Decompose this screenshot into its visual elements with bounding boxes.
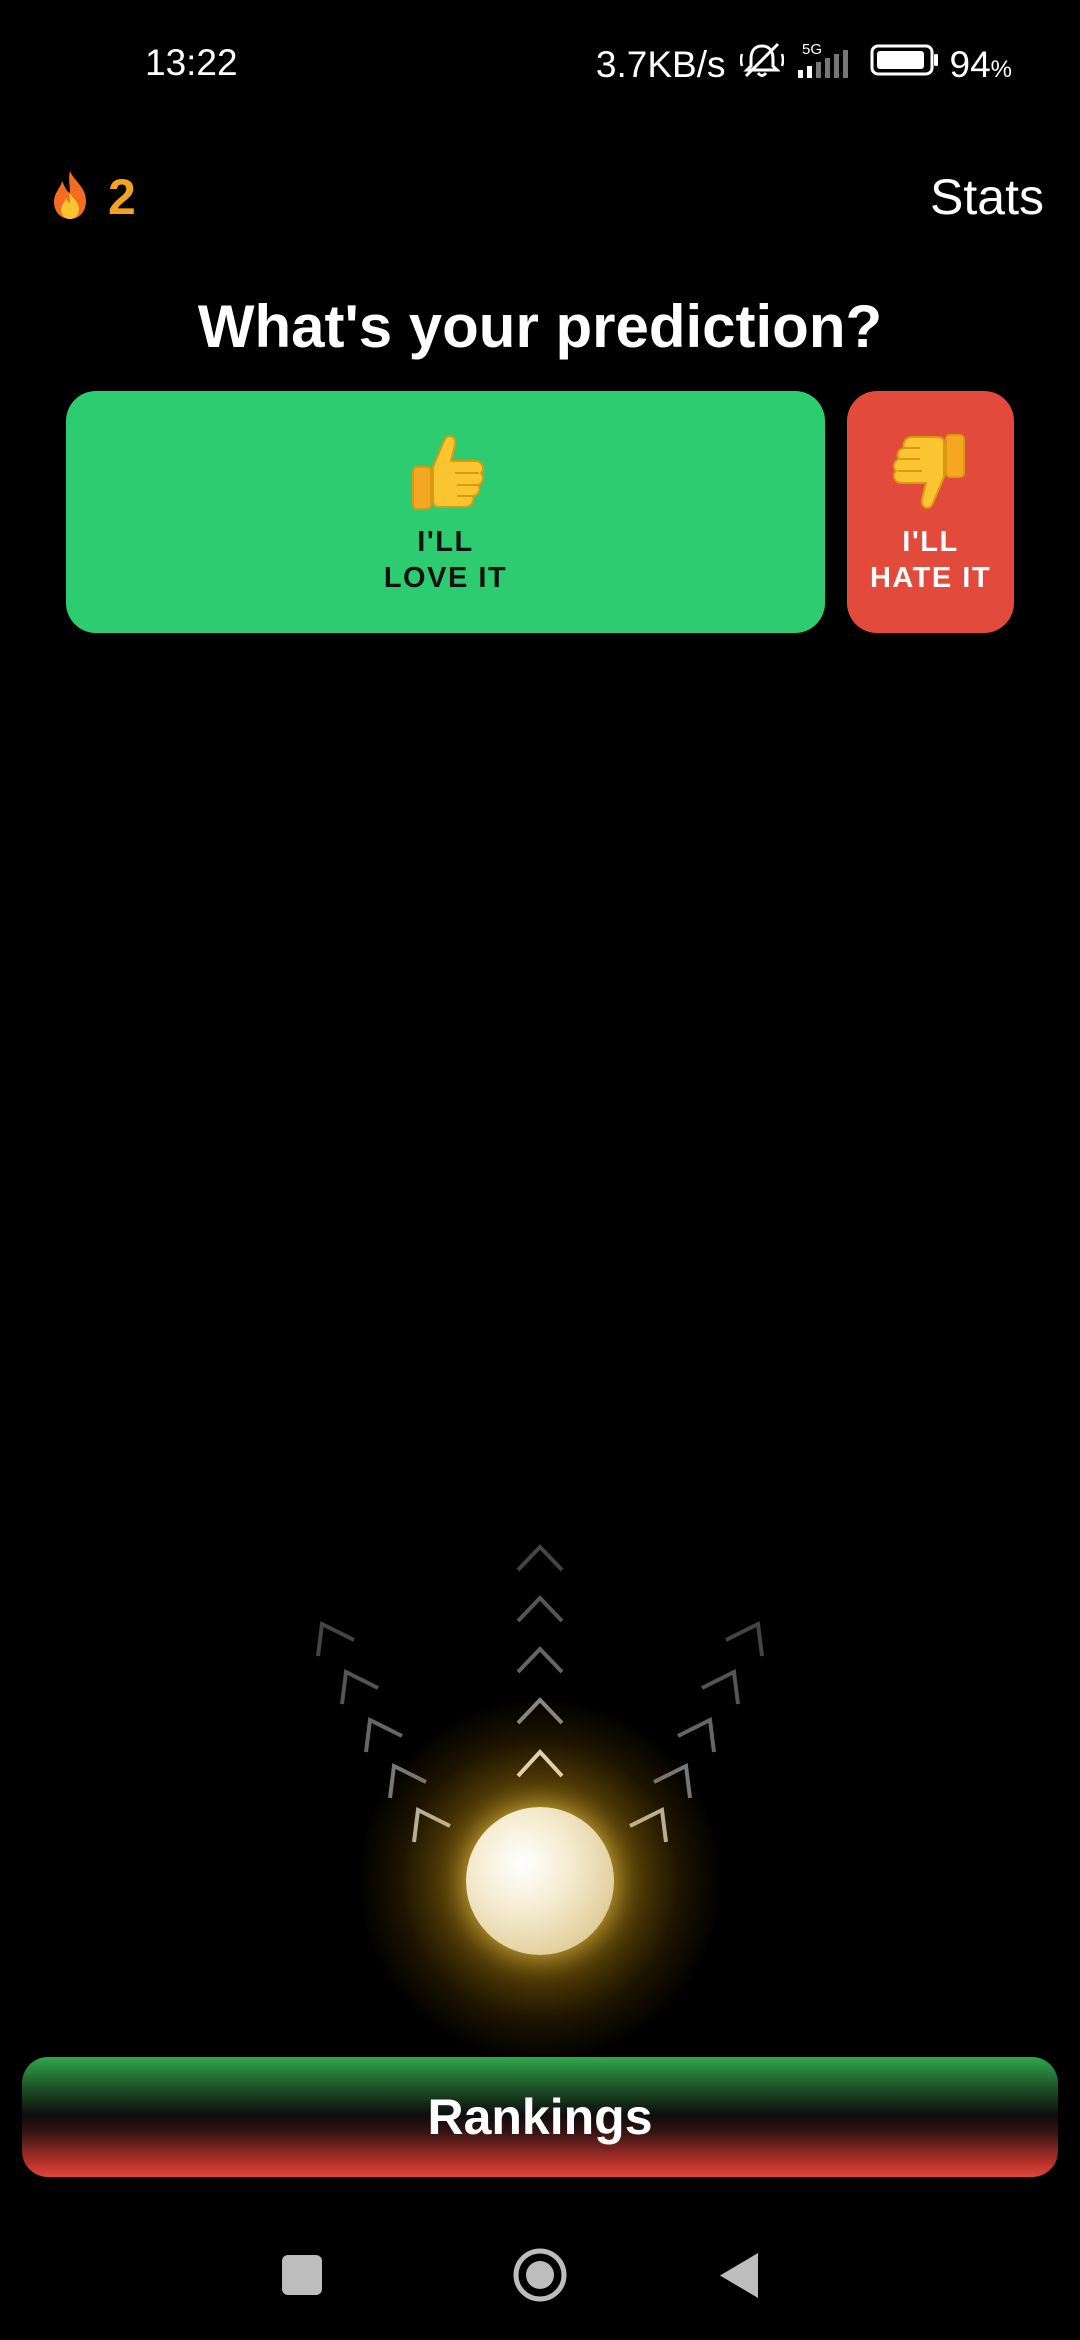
battery-percent-value: 94 (949, 43, 991, 85)
love-it-label: I'LL LOVE IT (384, 524, 507, 596)
thumbs-down-icon (888, 429, 974, 520)
hate-it-label-line1: I'LL (902, 525, 959, 558)
chevron-up-right-icon (677, 1716, 716, 1753)
orb-icon[interactable] (466, 1807, 614, 1955)
home-circle-icon (513, 2248, 567, 2302)
hate-it-label-line2: HATE IT (869, 561, 992, 594)
network-type-label: 5G (802, 41, 822, 58)
net-speed: 3.7KB/s (595, 43, 726, 85)
back-triangle-icon (720, 2253, 758, 2298)
thumbs-up-icon (403, 429, 489, 520)
streak-count: 2 (108, 169, 136, 225)
status-time: 13:22 (145, 42, 238, 83)
chevron-up-right-icon (701, 1668, 740, 1705)
chevron-up-icon (516, 1595, 564, 1623)
mute-icon (739, 40, 784, 89)
love-it-label-line1: I'LL (417, 525, 474, 558)
hate-it-label: I'LL HATE IT (870, 524, 991, 596)
chevron-up-left-icon (364, 1716, 403, 1753)
love-it-label-line2: LOVE IT (383, 561, 508, 594)
chevron-up-icon (516, 1544, 564, 1572)
prediction-title: What's your prediction? (197, 293, 883, 360)
battery-percent-unit: % (990, 55, 1012, 83)
love-it-button[interactable]: I'LL LOVE IT (66, 391, 825, 633)
status-indicators: 3.7KB/s 5G 94% (596, 40, 1012, 89)
rankings-button[interactable]: Rankings (22, 2057, 1058, 2177)
stats-button[interactable]: Stats (930, 168, 1044, 226)
chevron-up-left-icon (316, 1620, 355, 1657)
battery-percent: 94% (950, 44, 1013, 86)
fire-icon (48, 169, 92, 226)
signal-icon: 5G (794, 40, 860, 89)
recents-square-icon (282, 2255, 322, 2295)
battery-icon (870, 42, 940, 87)
chevron-up-right-icon (725, 1620, 764, 1657)
hate-it-button[interactable]: I'LL HATE IT (847, 391, 1014, 633)
streak-counter: 2 (48, 168, 136, 226)
chevron-up-left-icon (340, 1668, 379, 1705)
status-bar: 13:22 3.7KB/s 5G 94% (0, 0, 1080, 130)
chevron-up-icon (516, 1646, 564, 1674)
nav-bar (282, 2248, 758, 2302)
